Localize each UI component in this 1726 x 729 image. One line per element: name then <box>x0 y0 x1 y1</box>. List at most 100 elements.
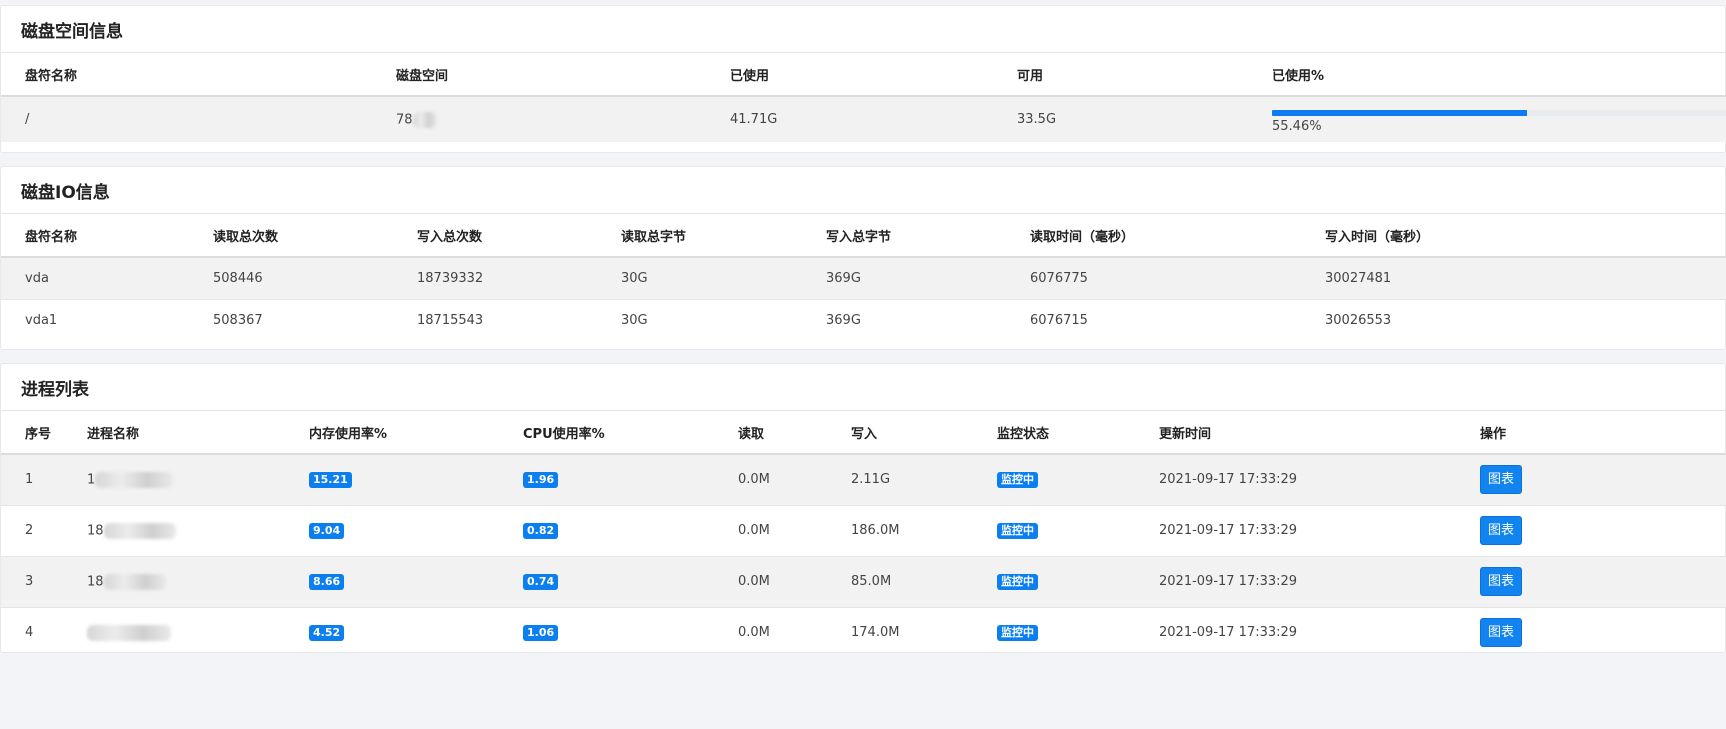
column-header: 写入总次数 <box>393 214 597 258</box>
column-header: 盘符名称 <box>1 53 372 97</box>
disk-size-prefix: 78 <box>396 112 413 127</box>
action-cell: 图表 <box>1456 504 1726 556</box>
read-cell: 0.0M <box>714 453 827 505</box>
status-cell: 监控中 <box>973 606 1135 658</box>
table-header-row: 盘符名称 磁盘空间 已使用 可用 已使用% <box>1 53 1726 97</box>
column-header: 已使用% <box>1248 53 1726 97</box>
write-cell: 174.0M <box>827 606 973 658</box>
chart-button[interactable]: 图表 <box>1480 465 1522 495</box>
read-cell: 0.0M <box>714 504 827 556</box>
table-row: 2 18 9.04 0.82 0.0M 186.0M 监控中 2021-09-1… <box>1 504 1726 556</box>
column-header: 更新时间 <box>1135 411 1456 455</box>
cpu-badge: 1.06 <box>523 624 559 641</box>
mem-badge: 15.21 <box>309 471 352 488</box>
action-cell: 图表 <box>1456 555 1726 607</box>
column-header: 读取时间（毫秒） <box>1006 214 1301 258</box>
updated-cell: 2021-09-17 17:33:29 <box>1135 453 1456 505</box>
column-header: 已使用 <box>706 53 993 97</box>
status-cell: 监控中 <box>973 504 1135 556</box>
process-name-cell: 1 <box>63 453 285 505</box>
redacted-blur <box>87 624 171 641</box>
usage-progress-bar <box>1272 109 1726 116</box>
usage-progress-fill <box>1272 109 1528 116</box>
mem-cell: 4.52 <box>285 606 499 658</box>
cpu-cell: 0.74 <box>499 555 714 607</box>
read-cell: 0.0M <box>714 606 827 658</box>
updated-cell: 2021-09-17 17:33:29 <box>1135 555 1456 607</box>
index-cell: 2 <box>1 504 63 556</box>
usage-percent-label: 55.46% <box>1272 118 1322 134</box>
column-header: 可用 <box>993 53 1248 97</box>
column-header: 写入总字节 <box>802 214 1006 258</box>
column-header: 操作 <box>1456 411 1726 455</box>
column-header: 盘符名称 <box>1 214 189 258</box>
write-count-cell: 18739332 <box>393 256 597 299</box>
write-time-cell: 30027481 <box>1301 256 1726 299</box>
write-cell: 2.11G <box>827 453 973 505</box>
read-count-cell: 508367 <box>189 298 393 341</box>
status-badge: 监控中 <box>997 471 1038 488</box>
column-header: 内存使用率% <box>285 411 499 455</box>
column-header: 序号 <box>1 411 63 455</box>
table-row: 1 1 15.21 1.96 0.0M 2.11G 监控中 2021-09-17… <box>1 453 1726 505</box>
write-bytes-cell: 369G <box>802 256 1006 299</box>
column-header: 读取总字节 <box>597 214 802 258</box>
column-header: 磁盘空间 <box>372 53 706 97</box>
write-bytes-cell: 369G <box>802 298 1006 341</box>
index-cell: 3 <box>1 555 63 607</box>
status-badge: 监控中 <box>997 624 1038 641</box>
redacted-blur <box>103 573 166 590</box>
status-badge: 监控中 <box>997 573 1038 590</box>
table-row: 3 18 8.66 0.74 0.0M 85.0M 监控中 2021-09-17… <box>1 555 1726 607</box>
cpu-cell: 1.06 <box>499 606 714 658</box>
read-cell: 0.0M <box>714 555 827 607</box>
mem-cell: 9.04 <box>285 504 499 556</box>
updated-cell: 2021-09-17 17:33:29 <box>1135 606 1456 658</box>
table-row: / 78 41.71G 33.5G 55.46% <box>1 95 1726 142</box>
write-count-cell: 18715543 <box>393 298 597 341</box>
read-count-cell: 508446 <box>189 256 393 299</box>
mem-cell: 15.21 <box>285 453 499 505</box>
process-name-prefix: 18 <box>87 574 104 589</box>
column-header: 写入时间（毫秒） <box>1301 214 1726 258</box>
read-time-cell: 6076775 <box>1006 256 1301 299</box>
action-cell: 图表 <box>1456 453 1726 505</box>
cpu-cell: 1.96 <box>499 453 714 505</box>
read-time-cell: 6076715 <box>1006 298 1301 341</box>
disk-io-card: 磁盘IO信息 盘符名称 读取总次数 写入总次数 读取总字节 写入总字节 读取时间… <box>0 166 1726 350</box>
process-list-title: 进程列表 <box>1 364 1725 411</box>
column-header: 监控状态 <box>973 411 1135 455</box>
redacted-blur <box>95 471 174 488</box>
table-row: vda1 508367 18715543 30G 369G 6076715 30… <box>1 298 1726 341</box>
mem-cell: 8.66 <box>285 555 499 607</box>
process-name-prefix: 18 <box>87 523 104 538</box>
disk-space-card: 磁盘空间信息 盘符名称 磁盘空间 已使用 可用 已使用% / 78 41.71G… <box>0 5 1726 153</box>
disk-used-cell: 41.71G <box>706 95 993 142</box>
column-header: 读取总次数 <box>189 214 393 258</box>
table-row: vda 508446 18739332 30G 369G 6076775 300… <box>1 256 1726 299</box>
disk-size-cell: 78 <box>372 95 706 142</box>
column-header: CPU使用率% <box>499 411 714 455</box>
disk-available-cell: 33.5G <box>993 95 1248 142</box>
chart-button[interactable]: 图表 <box>1480 567 1522 596</box>
write-time-cell: 30026553 <box>1301 298 1726 341</box>
chart-button[interactable]: 图表 <box>1480 516 1522 545</box>
index-cell: 1 <box>1 453 63 505</box>
mem-badge: 8.66 <box>309 573 345 590</box>
column-header: 读取 <box>714 411 827 455</box>
cpu-badge: 0.74 <box>523 573 559 590</box>
action-cell: 图表 <box>1456 606 1726 658</box>
table-header-row: 序号 进程名称 内存使用率% CPU使用率% 读取 写入 监控状态 更新时间 操… <box>1 411 1726 455</box>
write-cell: 85.0M <box>827 555 973 607</box>
chart-button[interactable]: 图表 <box>1480 618 1522 648</box>
disk-space-title: 磁盘空间信息 <box>1 6 1725 53</box>
disk-io-title: 磁盘IO信息 <box>1 167 1725 214</box>
status-cell: 监控中 <box>973 555 1135 607</box>
table-row: 4 4.52 1.06 0.0M 174.0M 监控中 2021-09-17 1… <box>1 606 1726 658</box>
disk-name-cell: / <box>1 95 372 142</box>
status-badge: 监控中 <box>997 522 1038 539</box>
table-header-row: 盘符名称 读取总次数 写入总次数 读取总字节 写入总字节 读取时间（毫秒） 写入… <box>1 214 1726 258</box>
process-name-cell: 18 <box>63 555 285 607</box>
process-name-prefix: 1 <box>87 472 96 488</box>
mem-badge: 9.04 <box>309 522 345 539</box>
